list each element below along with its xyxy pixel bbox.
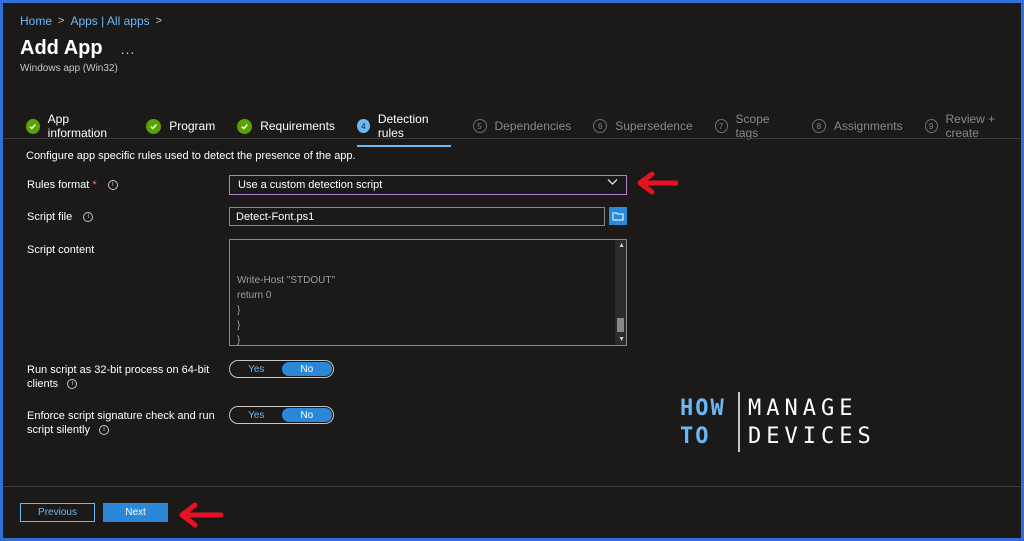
step-label: Assignments	[833, 119, 903, 133]
logo-how: HOW	[680, 396, 726, 421]
toggle-yes[interactable]: Yes	[231, 362, 282, 376]
page-subtitle: Windows app (Win32)	[20, 63, 118, 74]
tab-app-information[interactable]: App information	[26, 112, 124, 140]
label-text: Rules format	[27, 179, 90, 191]
script-line: }	[237, 320, 241, 331]
more-options-icon[interactable]: ...	[121, 41, 136, 57]
chevron-down-icon	[607, 178, 618, 189]
enforce-signature-label: Enforce script signature check and run s…	[27, 409, 215, 437]
run-32bit-toggle[interactable]: Yes No	[229, 360, 334, 378]
step-label: Dependencies	[494, 119, 572, 133]
page-title: Add App	[20, 37, 103, 59]
step-number-icon: 4	[356, 119, 370, 133]
run-32bit-label: Run script as 32-bit process on 64-bit c…	[27, 363, 209, 391]
tab-detection-rules[interactable]: 4 Detection rules	[356, 112, 451, 147]
chevron-right-icon: >	[155, 15, 163, 27]
step-number-icon: 5	[472, 119, 487, 133]
step-label: Detection rules	[377, 112, 429, 140]
section-description: Configure app specific rules used to det…	[26, 150, 356, 162]
label-text: clients	[27, 378, 59, 390]
checkmark-circle-icon	[26, 118, 40, 134]
rules-format-label: Rules format * i	[27, 178, 118, 192]
folder-icon	[612, 212, 624, 221]
tab-program[interactable]: Program	[146, 118, 216, 134]
step-number-icon: 6	[593, 119, 608, 133]
required-mark: *	[92, 179, 97, 191]
label-line-2: script silently i	[27, 423, 215, 437]
step-number-icon: 7	[714, 119, 728, 133]
tab-scope-tags[interactable]: 7 Scope tags	[714, 112, 790, 140]
toggle-no[interactable]: No	[281, 362, 332, 376]
script-content-textarea[interactable]: Write-Host "STDOUT" return 0 } } } ▲ ▼	[229, 239, 627, 346]
script-line: }	[237, 305, 241, 316]
tab-supersedence[interactable]: 6 Supersedence	[593, 119, 693, 133]
logo-devices: DEVICES	[748, 424, 876, 449]
rules-format-dropdown[interactable]: Use a custom detection script	[229, 175, 627, 195]
breadcrumb-apps[interactable]: Apps | All apps	[70, 14, 149, 28]
info-icon[interactable]: i	[83, 212, 94, 223]
step-label: Program	[169, 119, 216, 133]
tab-dependencies[interactable]: 5 Dependencies	[472, 119, 572, 133]
tab-assignments[interactable]: 8 Assignments	[811, 119, 903, 133]
tab-requirements[interactable]: Requirements	[237, 118, 335, 134]
label-text: Script file	[27, 211, 73, 223]
logo-manage: MANAGE	[748, 396, 858, 421]
red-arrow-icon	[179, 502, 224, 528]
logo-to: TO	[680, 424, 711, 449]
scrollbar[interactable]: ▲ ▼	[615, 240, 626, 345]
title-row: Add App ...	[20, 37, 135, 60]
scroll-thumb[interactable]	[617, 318, 624, 332]
script-line: return 0	[237, 290, 272, 301]
info-icon[interactable]: i	[67, 379, 78, 390]
script-line: }	[237, 335, 241, 346]
step-label: App information	[47, 112, 108, 140]
script-file-label: Script file i	[27, 210, 94, 224]
enforce-signature-toggle[interactable]: Yes No	[229, 406, 334, 424]
script-lines: Write-Host "STDOUT" return 0 } } }	[237, 273, 335, 348]
toggle-no[interactable]: No	[281, 408, 332, 422]
chevron-right-icon: >	[58, 15, 65, 27]
label-line-2: clients i	[27, 377, 209, 391]
wizard-steps: App information Program Requirements 4 D…	[26, 112, 1024, 147]
label-line: Run script as 32-bit process on 64-bit	[27, 364, 210, 376]
scroll-down-icon[interactable]: ▼	[618, 336, 625, 343]
info-icon[interactable]: i	[107, 180, 118, 191]
divider	[3, 138, 1021, 139]
script-content-label: Script content	[27, 244, 95, 256]
step-label: Scope tags	[735, 112, 770, 140]
step-label: Review + create	[945, 112, 996, 140]
scroll-up-icon[interactable]: ▲	[618, 242, 625, 249]
script-file-field[interactable]: Detect-Font.ps1	[229, 207, 605, 226]
label-line: Enforce script signature check and run	[27, 410, 215, 422]
step-number-icon: 8	[811, 119, 826, 133]
toggle-yes[interactable]: Yes	[231, 408, 282, 422]
checkmark-circle-icon	[146, 118, 162, 134]
breadcrumb-home[interactable]: Home	[20, 14, 52, 28]
step-number-icon: 9	[924, 119, 938, 133]
dropdown-value: Use a custom detection script	[238, 179, 383, 191]
script-line: Write-Host "STDOUT"	[237, 275, 336, 286]
step-label: Requirements	[260, 119, 335, 133]
browse-button[interactable]	[609, 207, 627, 225]
step-label: Supersedence	[615, 119, 693, 133]
previous-button[interactable]: Previous	[20, 503, 95, 522]
info-icon[interactable]: i	[99, 425, 110, 436]
red-arrow-icon	[637, 171, 678, 195]
checkmark-circle-icon	[237, 118, 253, 134]
tab-review-create[interactable]: 9 Review + create	[924, 112, 1024, 140]
label-text: script silently	[27, 424, 90, 436]
breadcrumb: Home > Apps | All apps >	[20, 14, 162, 28]
divider	[3, 486, 1021, 487]
logo-bar	[738, 392, 740, 452]
next-button[interactable]: Next	[103, 503, 168, 522]
